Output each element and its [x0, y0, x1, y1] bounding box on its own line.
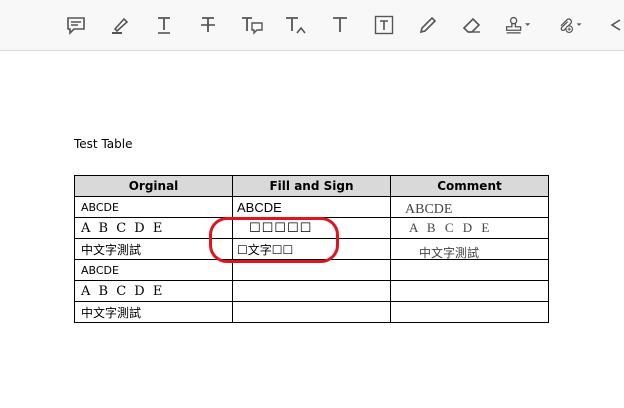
table-cell	[390, 259, 549, 281]
column-header-comment: Comment	[390, 175, 549, 197]
column-header-original: Orginal	[74, 175, 233, 197]
replace-text-icon[interactable]	[238, 11, 266, 39]
table-row: A B C D E	[74, 280, 549, 302]
table-cell	[390, 301, 549, 323]
comment-text-box[interactable]: A B C D E	[390, 217, 549, 239]
stamp-icon[interactable]	[504, 11, 532, 39]
table-row: 中文字測試	[74, 301, 549, 323]
text-box-icon[interactable]	[370, 11, 398, 39]
table-row: ABCDE ABCDE ABCDE	[74, 196, 549, 218]
comment-text: 中文字測試	[419, 245, 480, 260]
strikethrough-text-icon[interactable]	[194, 11, 222, 39]
more-tools-icon[interactable]	[606, 11, 624, 39]
table-header-row: Orginal Fill and Sign Comment	[74, 175, 549, 197]
fill-sign-text-field[interactable]: ABCDE	[232, 196, 391, 218]
comment-text-box[interactable]: ABCDE	[390, 196, 549, 218]
comment-icon[interactable]	[62, 11, 90, 39]
table-cell	[232, 280, 391, 302]
underline-text-icon[interactable]	[150, 11, 178, 39]
table-cell	[232, 301, 391, 323]
eraser-icon[interactable]	[458, 11, 486, 39]
document-title: Test Table	[74, 137, 133, 151]
table-cell	[390, 280, 549, 302]
column-header-fill-and-sign: Fill and Sign	[232, 175, 391, 197]
table-cell: ABCDE	[74, 196, 233, 218]
table-cell: 中文字測試	[74, 301, 233, 323]
highlight-icon[interactable]	[106, 11, 134, 39]
comment-text-box[interactable]: 中文字測試	[390, 238, 549, 260]
red-highlight-ring	[209, 217, 339, 263]
comment-text: ABCDE	[405, 202, 453, 217]
add-text-comment-icon[interactable]	[326, 11, 354, 39]
pencil-icon[interactable]	[414, 11, 442, 39]
table-cell: ABCDE	[74, 259, 233, 281]
annotation-toolbar	[0, 0, 624, 51]
table-cell: A B C D E	[74, 280, 233, 302]
insert-text-icon[interactable]	[282, 11, 310, 39]
attach-file-icon[interactable]	[556, 11, 584, 39]
